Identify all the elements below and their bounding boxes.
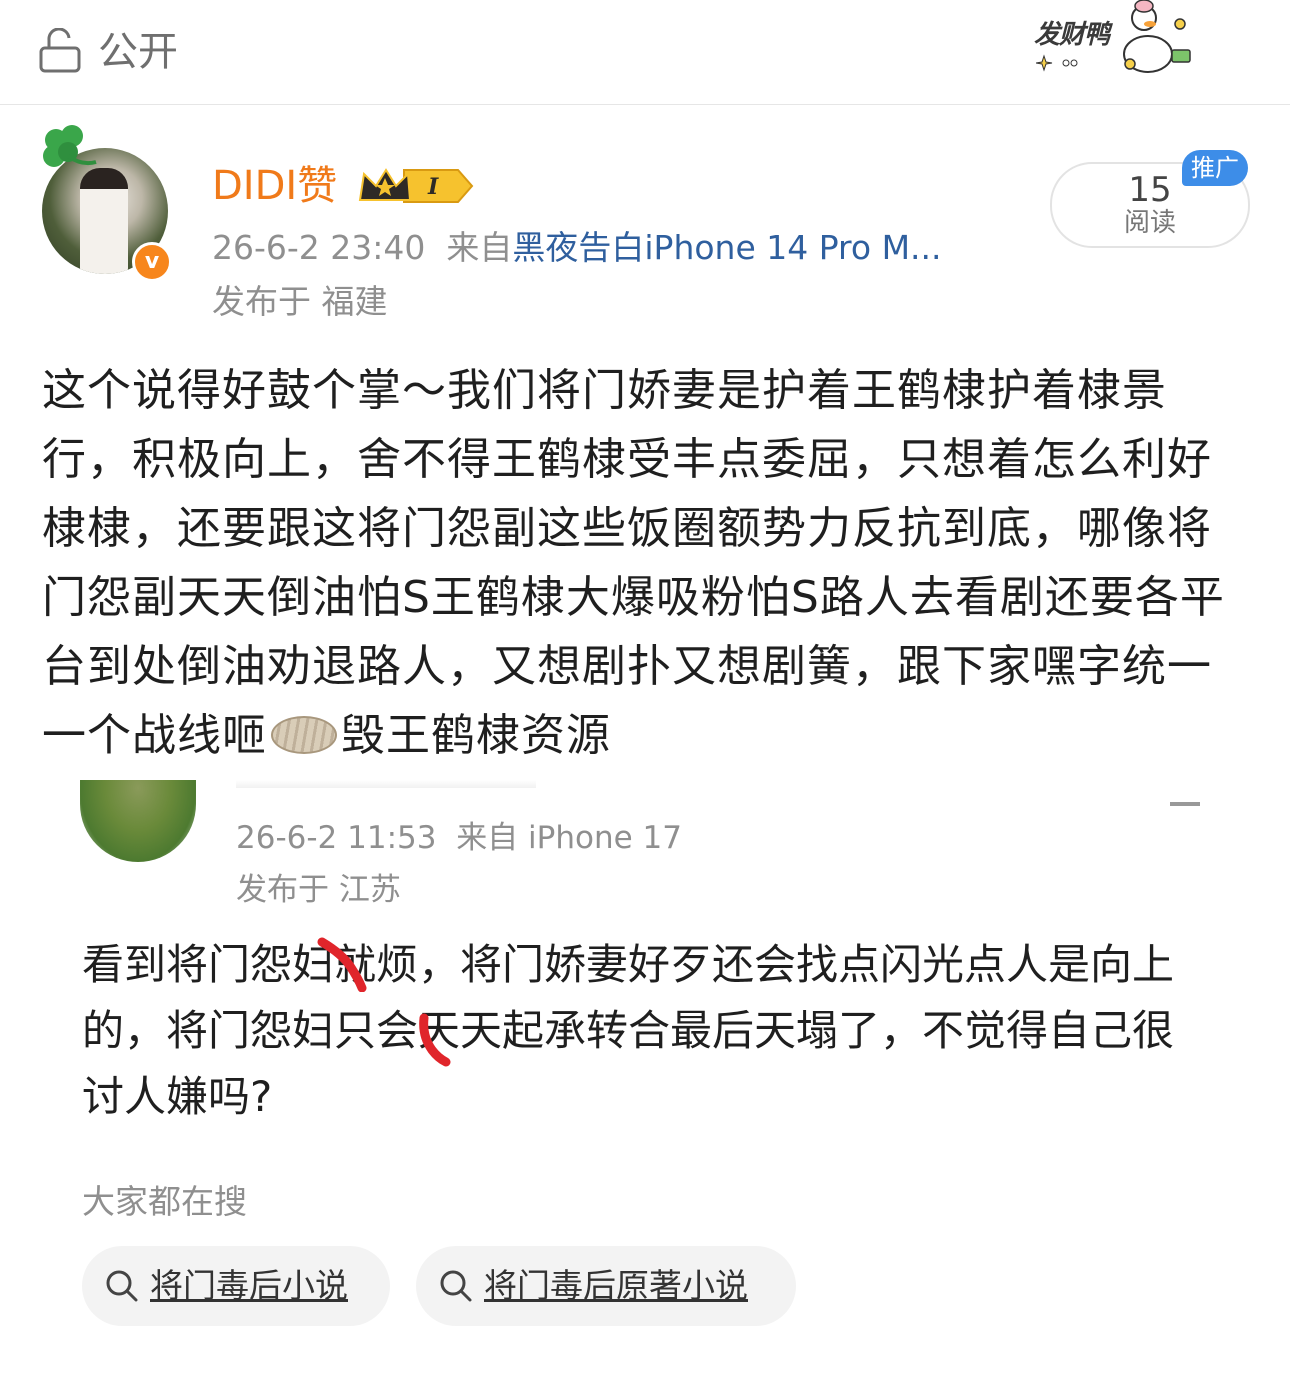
post-meta: 26-6-2 23:40 来自黑夜告白iPhone 14 Pro M... xyxy=(212,226,942,270)
red-censor-mark xyxy=(419,1013,451,1067)
duck-icon xyxy=(1123,0,1191,73)
promo-badge[interactable]: 推广 xyxy=(1182,150,1248,186)
source-link[interactable]: 黑夜告白iPhone 14 Pro M... xyxy=(512,228,941,267)
vip-crown-icon[interactable]: I xyxy=(356,164,474,208)
unlock-icon[interactable] xyxy=(38,28,82,74)
post-location: 发布于 福建 xyxy=(212,282,388,321)
trending-search-title: 大家都在搜 xyxy=(82,1182,247,1221)
more-options-icon[interactable] xyxy=(1170,802,1200,806)
lucky-duck-sticker: 发财鸭 xyxy=(1030,0,1200,80)
username[interactable]: DIDI赞 xyxy=(212,160,337,212)
pancake-emoji-icon xyxy=(271,716,337,754)
post-body: 这个说得好鼓个掌～我们将门娇妻是护着王鹤棣护着棣景行，积极向上，舍不得王鹤棣受丰… xyxy=(42,356,1242,770)
search-chip[interactable]: 将门毒后原著小说 xyxy=(416,1246,796,1326)
quoted-body: 看到将门怨妇就烦，将门娇妻好歹还会找点闪光点人是向上的，将门怨妇只会天天起承转合… xyxy=(82,940,1175,1121)
verified-badge: v xyxy=(132,242,172,282)
post-timestamp: 26-6-2 23:40 xyxy=(212,228,426,267)
quoted-location: 发布于 江苏 xyxy=(236,872,401,908)
search-icon xyxy=(106,1270,138,1302)
quoted-card[interactable]: 26-6-2 11:53 来自 iPhone 17 发布于 江苏 看到将门怨妇就… xyxy=(0,780,1290,1373)
quoted-timestamp: 26-6-2 11:53 xyxy=(236,820,437,856)
source-prefix: 来自 xyxy=(446,228,513,267)
avatar-figure xyxy=(80,168,128,274)
post-body-text: 这个说得好鼓个掌～我们将门娇妻是护着王鹤棣护着棣景行，积极向上，舍不得王鹤棣受丰… xyxy=(42,365,1225,761)
clover-icon xyxy=(43,125,97,167)
quoted-meta: 26-6-2 11:53 来自 iPhone 17 xyxy=(236,816,682,860)
privacy-label[interactable]: 公开 xyxy=(98,28,178,76)
read-label: 阅读 xyxy=(1123,208,1176,238)
sparkle-icon xyxy=(1036,54,1078,72)
search-icon xyxy=(440,1270,472,1302)
vip-level: I xyxy=(427,174,439,200)
post-body-text-end: 毁王鹤棣资源 xyxy=(341,710,611,761)
sticker-text: 发财鸭 xyxy=(1034,20,1110,50)
red-censor-mark xyxy=(317,937,367,992)
top-bar: 公开 发财鸭 xyxy=(0,0,1290,105)
search-chip-label[interactable]: 将门毒后小说 xyxy=(150,1264,348,1308)
search-chip[interactable]: 将门毒后小说 xyxy=(82,1246,390,1326)
quoted-avatar[interactable] xyxy=(80,780,196,862)
search-chip-label[interactable]: 将门毒后原著小说 xyxy=(484,1264,748,1308)
quoted-source: iPhone 17 xyxy=(528,820,682,856)
quoted-cropped-edge xyxy=(236,780,536,788)
quoted-source-prefix: 来自 xyxy=(456,820,519,856)
